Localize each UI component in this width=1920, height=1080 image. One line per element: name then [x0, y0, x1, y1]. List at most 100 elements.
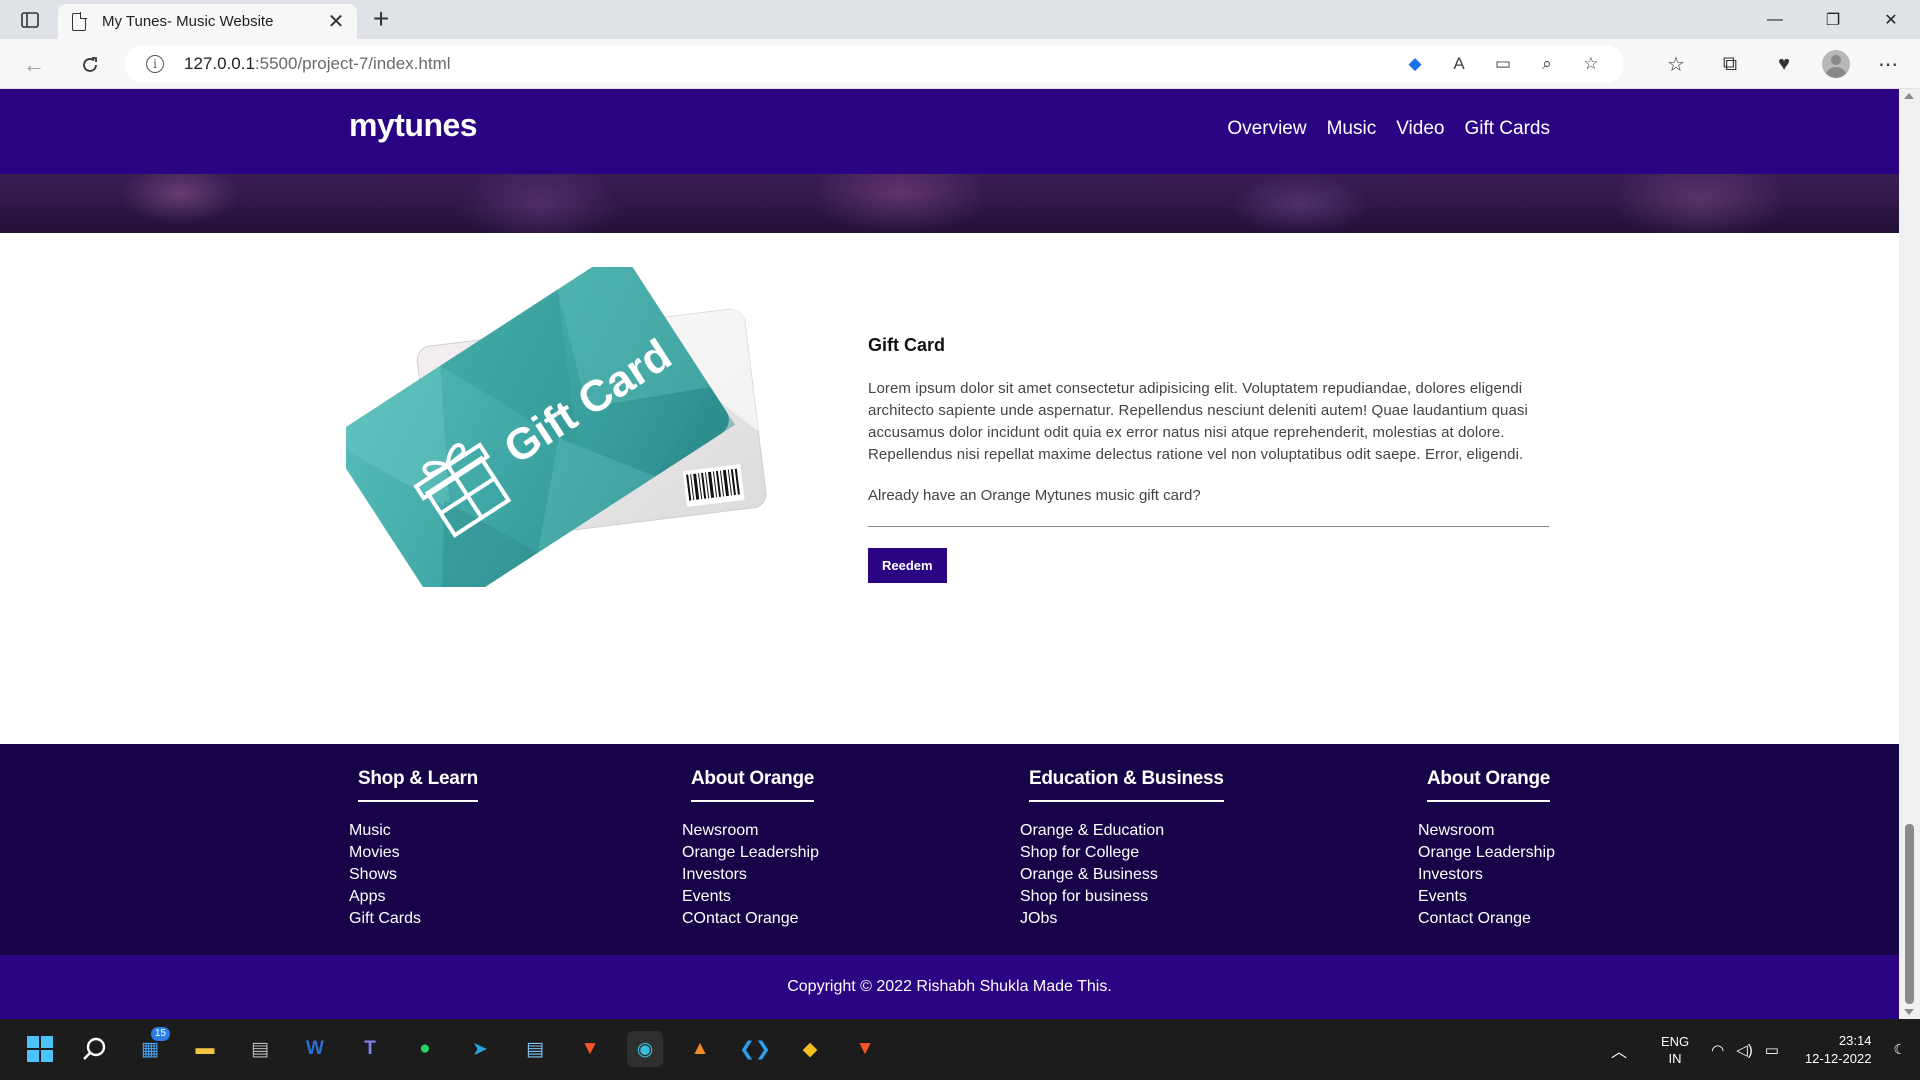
brave-icon[interactable]: ▼	[572, 1031, 608, 1067]
site-logo[interactable]: mytunes	[349, 107, 478, 144]
language-code: ENG	[1660, 1033, 1690, 1049]
tab-title: My Tunes- Music Website	[102, 13, 274, 30]
footer-heading: Education & Business	[1029, 768, 1224, 802]
footer-link[interactable]: Shop for College	[1020, 842, 1224, 864]
document-icon	[72, 11, 87, 31]
back-button[interactable]: ←	[20, 51, 48, 79]
footer-link[interactable]: Investors	[682, 864, 819, 886]
redeem-button[interactable]: Reedem	[868, 548, 947, 583]
footer-link[interactable]: Movies	[349, 842, 478, 864]
footer-heading: About Orange	[1427, 768, 1550, 802]
favorites-icon[interactable]: ☆	[1660, 48, 1692, 80]
wifi-icon[interactable]: ◠	[1711, 1041, 1724, 1059]
telegram-icon[interactable]: ➤	[462, 1031, 498, 1067]
refresh-button[interactable]	[76, 51, 104, 79]
browser-tabstrip: My Tunes- Music Website ✕ + — ❐ ✕	[0, 0, 1920, 39]
footer-link[interactable]: Events	[1418, 886, 1555, 908]
page-scrollbar[interactable]	[1899, 89, 1920, 1019]
footer-column-about-orange: About Orange Newsroom Orange Leadership …	[682, 768, 819, 930]
nav-video[interactable]: Video	[1396, 118, 1444, 140]
footer-column-education-business: Education & Business Orange & Education …	[1020, 768, 1224, 930]
copyright-bar: Copyright © 2022 Rishabh Shukla Made Thi…	[0, 955, 1899, 1019]
address-bar[interactable]: i 127.0.0.1:5500/project-7/index.html ◆ …	[124, 45, 1624, 83]
gift-card-image: Gift Card	[346, 267, 767, 587]
clock-time: 23:14	[1838, 1032, 1872, 1048]
footer-link[interactable]: Investors	[1418, 864, 1555, 886]
more-menu-icon[interactable]: ⋯	[1872, 48, 1904, 80]
new-tab-button[interactable]: +	[366, 5, 396, 34]
nav-gift-cards[interactable]: Gift Cards	[1464, 118, 1550, 140]
zoom-icon[interactable]: ⌕	[1536, 53, 1558, 75]
minimize-button[interactable]: —	[1746, 0, 1804, 39]
language-indicator[interactable]: ENG IN	[1661, 1033, 1689, 1067]
calculator-icon[interactable]: ▤	[242, 1031, 278, 1067]
show-hidden-icons-icon[interactable]: ︿	[1611, 1038, 1627, 1062]
footer-link[interactable]: COntact Orange	[682, 908, 819, 930]
footer-link[interactable]: Apps	[349, 886, 478, 908]
hero-banner-image	[0, 174, 1899, 233]
git-icon[interactable]: ◆	[792, 1031, 828, 1067]
gift-card-question: Already have an Orange Mytunes music gif…	[868, 487, 1201, 504]
widgets-icon[interactable]: ▦ 15	[132, 1027, 170, 1067]
vlc-icon[interactable]: ▲	[682, 1031, 718, 1067]
browser-essentials-icon[interactable]: ♥	[1768, 48, 1800, 80]
teams-icon[interactable]: T	[352, 1031, 388, 1067]
tab-close-icon[interactable]: ✕	[325, 9, 347, 34]
edge-icon[interactable]: ◉	[627, 1031, 663, 1067]
footer-link[interactable]: Orange & Education	[1020, 820, 1224, 842]
start-icon[interactable]	[22, 1031, 58, 1067]
gift-card-title: Gift Card	[868, 335, 946, 355]
footer-link[interactable]: Newsroom	[682, 820, 819, 842]
gift-card-text: Gift Card Lorem ipsum dolor sit amet con…	[868, 335, 1549, 583]
notification-badge: 15	[150, 1027, 170, 1041]
footer-link[interactable]: Shows	[349, 864, 478, 886]
nav-overview[interactable]: Overview	[1227, 118, 1306, 140]
brave-2-icon[interactable]: ▼	[847, 1031, 883, 1067]
footer-link[interactable]: Contact Orange	[1418, 908, 1555, 930]
restore-button[interactable]: ❐	[1804, 0, 1862, 39]
battery-icon[interactable]: ▭	[1765, 1041, 1779, 1059]
footer-link[interactable]: Orange Leadership	[682, 842, 819, 864]
footer-link[interactable]: Events	[682, 886, 819, 908]
file-explorer-icon[interactable]: ▬	[187, 1031, 223, 1067]
gift-card-description: Lorem ipsum dolor sit amet consectetur a…	[868, 380, 1528, 463]
site-info-icon[interactable]: i	[146, 55, 164, 73]
footer-link[interactable]: Music	[349, 820, 478, 842]
footer-link[interactable]: Shop for business	[1020, 886, 1224, 908]
search-icon[interactable]	[77, 1031, 113, 1067]
nav-music[interactable]: Music	[1327, 118, 1377, 140]
windows-taskbar: ▦ 15 ▬ ▤ W T ● ➤ ▤ ▼ ◉ ▲ ❮❯ ◆ ▼ ︿ ENG IN …	[0, 1019, 1920, 1080]
notifications-icon[interactable]: ☾	[1893, 1041, 1906, 1058]
clock[interactable]: 23:14 12-12-2022	[1805, 1032, 1872, 1068]
word-icon[interactable]: W	[297, 1031, 333, 1067]
footer-heading: About Orange	[691, 768, 814, 802]
close-window-button[interactable]: ✕	[1862, 0, 1920, 39]
browser-tab[interactable]: My Tunes- Music Website ✕	[58, 4, 357, 39]
site-footer: Shop & Learn Music Movies Shows Apps Gif…	[0, 744, 1899, 955]
footer-link[interactable]: Newsroom	[1418, 820, 1555, 842]
site-navbar: mytunes Overview Music Video Gift Cards	[0, 89, 1899, 174]
profile-avatar[interactable]	[1822, 50, 1850, 78]
footer-link[interactable]: Orange & Business	[1020, 864, 1224, 886]
divider	[868, 526, 1549, 527]
footer-heading: Shop & Learn	[358, 768, 478, 802]
read-aloud-icon[interactable]: A	[1448, 53, 1470, 75]
scrollbar-thumb[interactable]	[1905, 824, 1914, 1004]
footer-link[interactable]: Orange Leadership	[1418, 842, 1555, 864]
vscode-icon[interactable]: ❮❯	[737, 1031, 773, 1067]
volume-icon[interactable]: ◁)	[1736, 1041, 1753, 1059]
notepad-icon[interactable]: ▤	[517, 1031, 553, 1067]
scroll-down-icon[interactable]	[1904, 1009, 1914, 1015]
scroll-up-icon[interactable]	[1904, 93, 1914, 99]
add-favorite-icon[interactable]: ☆	[1580, 53, 1602, 75]
footer-link[interactable]: JObs	[1020, 908, 1224, 930]
collections-icon[interactable]: ⧉	[1714, 48, 1746, 80]
immersive-reader-icon[interactable]: ▭	[1492, 53, 1514, 75]
footer-link[interactable]: Gift Cards	[349, 908, 478, 930]
whatsapp-icon[interactable]: ●	[407, 1031, 443, 1067]
tab-actions-icon[interactable]	[14, 8, 46, 32]
footer-column-about-orange-2: About Orange Newsroom Orange Leadership …	[1418, 768, 1555, 930]
clock-date: 12-12-2022	[1804, 1050, 1872, 1066]
shopping-tag-icon[interactable]: ◆	[1404, 53, 1426, 75]
footer-column-shop-learn: Shop & Learn Music Movies Shows Apps Gif…	[349, 768, 478, 930]
